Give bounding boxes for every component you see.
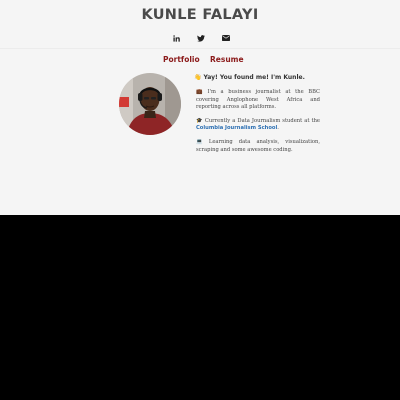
briefcase-icon: 💼 — [196, 89, 206, 95]
bio-job-text: I'm a business journalist at the BBC cov… — [196, 89, 320, 111]
bio-learning-text: Learning data analysis, visualization, s… — [196, 138, 320, 153]
linkedin-link[interactable] — [169, 31, 183, 45]
bio-education-end: . — [277, 125, 279, 132]
laptop-icon: 💻 — [196, 138, 207, 145]
email-link[interactable] — [219, 31, 233, 45]
page-footer-area — [0, 215, 400, 400]
twitter-link[interactable] — [194, 31, 208, 45]
bio-paragraph-job: 💼 I'm a business journalist at the BBC co… — [196, 89, 320, 112]
page-header-section: KUNLE FALAYI Portfolio Resume 👋 Yay! You… — [0, 0, 400, 215]
profile-photo — [119, 73, 181, 135]
main-nav: Portfolio Resume — [0, 55, 400, 67]
bio-paragraph-education: 🎓 Currently a Data Journalism student at … — [196, 118, 320, 133]
bio-heading-text: Yay! You found me! I'm Kunle. — [203, 74, 305, 81]
wave-icon: 👋 — [194, 74, 202, 81]
envelope-icon — [222, 35, 230, 41]
site-title: KUNLE FALAYI — [141, 7, 259, 23]
social-links — [0, 31, 400, 45]
bio-education-text: Currently a Data Journalism student at t… — [204, 117, 320, 124]
columbia-link[interactable]: Columbia Journalism School — [196, 125, 277, 131]
linkedin-icon — [172, 34, 180, 42]
avatar — [119, 73, 181, 135]
bio-section: 👋 Yay! You found me! I'm Kunle. 💼 I'm a bu… — [194, 74, 320, 160]
bio-heading: 👋 Yay! You found me! I'm Kunle. — [194, 74, 320, 81]
graduation-cap-icon: 🎓 — [196, 117, 203, 124]
bio-paragraph-learning: 💻 Learning data analysis, visualization, … — [196, 139, 320, 154]
header-divider — [0, 48, 400, 49]
nav-portfolio-link[interactable]: Portfolio — [163, 55, 200, 64]
nav-resume-link[interactable]: Resume — [210, 55, 244, 64]
twitter-icon — [197, 34, 205, 42]
